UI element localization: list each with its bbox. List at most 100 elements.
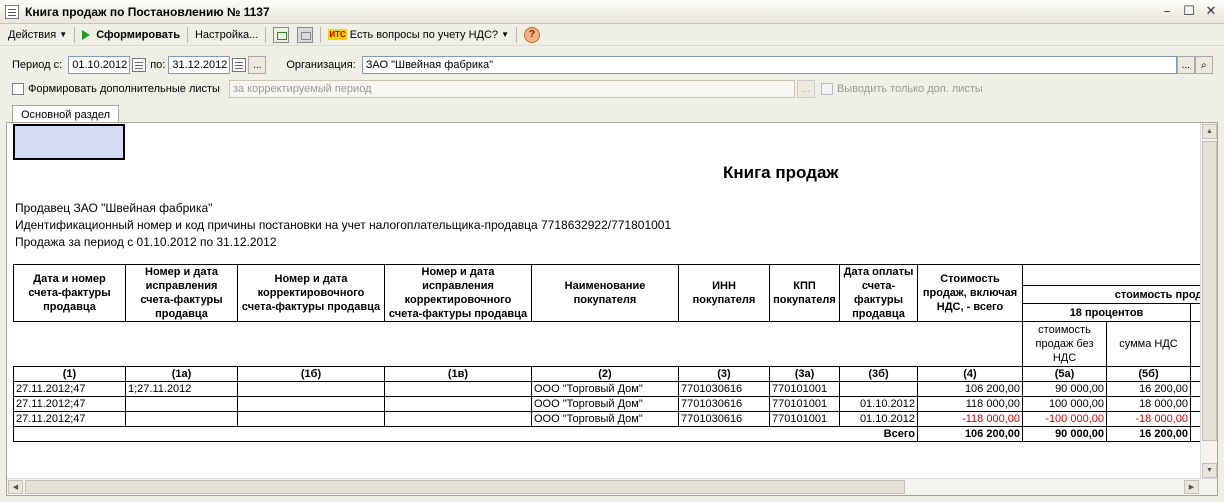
cell-c1b [237,411,385,427]
header-group: стоимость прода [1022,285,1211,305]
header-c3b: Дата оплаты счета-фактуры продавца [839,264,918,322]
table-row[interactable]: 27.11.2012;47 ООО "Торговый Дом" 7701030… [13,411,1211,427]
cell-c3: 7701030616 [678,411,770,427]
cell-c1b [237,381,385,397]
total-c5b: 16 200,00 [1106,426,1191,442]
calendar-icon[interactable] [232,58,247,72]
header-filler [14,322,1023,367]
header-c1b: Номер и дата корректировочного счета-фак… [237,264,385,322]
search-icon[interactable]: ⌕ [1194,56,1213,74]
cell-c3: 7701030616 [678,381,770,397]
actions-menu[interactable]: Действия ▼ [4,25,71,45]
selected-cell[interactable] [13,124,125,160]
toolbar: Действия ▼ Сформировать Настройка... ИТС… [0,24,1224,46]
report-sheet[interactable]: Книга продаж Продавец ЗАО "Швейная фабри… [6,122,1218,496]
scroll-right-icon[interactable]: ▶ [1184,480,1199,494]
cell-c1a [125,411,238,427]
separator [320,26,322,43]
period-row: Период с: 01.10.2012 по: 31.12.2012 ... … [0,54,1224,76]
organization-label: Организация: [286,59,356,71]
cell-c1: 27.11.2012;47 [13,381,126,397]
cell-c4: -118 000,00 [917,411,1023,427]
separator [516,26,518,43]
period-to-field[interactable]: 31.12.2012 [168,56,231,74]
settings-button[interactable]: Настройка... [191,25,262,45]
print-icon [297,26,314,43]
tab-main-section[interactable]: Основной раздел [12,105,119,123]
cell-c1v [384,381,532,397]
header-c5b: сумма НДС [1106,321,1191,367]
cell-c1: 27.11.2012;47 [13,396,126,412]
cell-c1v [384,411,532,427]
colnum-c1v: (1в) [384,366,532,382]
vertical-scrollbar[interactable]: ▲ ▼ [1200,123,1217,479]
header-c1: Дата и номер счета-фактуры продавца [13,264,126,322]
cell-c3a: 770101001 [769,381,840,397]
colnum-c1: (1) [13,366,126,382]
horizontal-scrollbar[interactable]: ◀ ▶ [7,478,1217,495]
period-line: Продажа за период с 01.10.2012 по 31.12.… [15,235,277,249]
colnum-c5a: (5а) [1022,366,1107,382]
cell-c2: ООО "Торговый Дом" [531,381,679,397]
colnum-c3: (3) [678,366,770,382]
cell-c3b: 01.10.2012 [839,411,918,427]
organization-select-button[interactable]: ... [1176,56,1195,74]
scroll-up-icon[interactable]: ▲ [1202,124,1217,139]
export-button[interactable] [269,25,293,45]
header-c4: Стоимость продаж, включая НДС, - всего [917,264,1023,322]
organization-field[interactable]: ЗАО "Швейная фабрика" [361,56,1177,74]
cell-c3b: 01.10.2012 [839,396,918,412]
report-title: Книга продаж [723,163,839,182]
cell-c3a: 770101001 [769,411,840,427]
table-row[interactable]: 27.11.2012;47 ООО "Торговый Дом" 7701030… [13,396,1211,412]
cell-c3b [839,381,918,397]
dropdown-arrow-icon: ▼ [59,30,68,39]
maximize-icon[interactable]: ☐ [1180,3,1198,20]
separator [74,26,76,43]
help-button[interactable]: ? [520,25,544,45]
scroll-left-icon[interactable]: ◀ [8,480,23,494]
cell-c5a: 100 000,00 [1022,396,1107,412]
cell-c5b: 16 200,00 [1106,381,1191,397]
cell-c2: ООО "Торговый Дом" [531,411,679,427]
colnum-c5b: (5б) [1106,366,1191,382]
cell-c4: 106 200,00 [917,381,1023,397]
table-row[interactable]: 27.11.2012;47 1;27.11.2012 ООО "Торговый… [13,381,1211,397]
corrected-period-field[interactable]: за корректируемый период [228,80,795,98]
vat-help-menu[interactable]: ИТС Есть вопросы по учету НДС? ▼ [324,25,513,45]
report-icon [5,4,19,19]
only-extra-checkbox[interactable] [820,83,833,95]
minimize-icon[interactable]: – [1158,3,1176,20]
scroll-down-icon[interactable]: ▼ [1202,463,1217,478]
print-button[interactable] [293,25,317,45]
cell-c3: 7701030616 [678,396,770,412]
generate-button[interactable]: Сформировать [78,25,184,45]
colnum-c1b: (1б) [237,366,385,382]
separator [265,26,267,43]
colnum-c3b: (3б) [839,366,918,382]
header-c1a: Номер и дата исправления счета-фактуры п… [125,264,238,322]
extra-sheets-checkbox[interactable] [12,83,24,95]
corrected-period-select-button[interactable]: ... [796,80,815,98]
total-c4: 106 200,00 [917,426,1023,442]
period-to-label: по: [150,59,166,71]
cell-c5a: -100 000,00 [1022,411,1107,427]
extra-sheets-label: Формировать дополнительные листы [28,83,220,95]
scroll-thumb[interactable] [25,480,905,494]
header-group-18: 18 процентов [1022,303,1191,322]
total-row: Всего 106 200,00 90 000,00 16 200,00 [13,426,1211,442]
sales-book-table: Дата и номер счета-фактуры продавца Номе… [13,263,1211,442]
period-from-field[interactable]: 01.10.2012 [68,56,131,74]
calendar-icon[interactable] [132,58,147,72]
close-icon[interactable]: ✕ [1202,3,1220,20]
separator [186,26,188,43]
cell-c5a: 90 000,00 [1022,381,1107,397]
inn-line: Идентификационный номер и код причины по… [15,218,672,232]
header-c3a: КПП покупателя [769,264,840,322]
play-icon [82,29,91,40]
total-c5a: 90 000,00 [1022,426,1107,442]
period-select-button[interactable]: ... [248,56,267,74]
colnum-c2: (2) [531,366,679,382]
scroll-thumb[interactable] [1202,141,1217,441]
cell-c2: ООО "Торговый Дом" [531,396,679,412]
